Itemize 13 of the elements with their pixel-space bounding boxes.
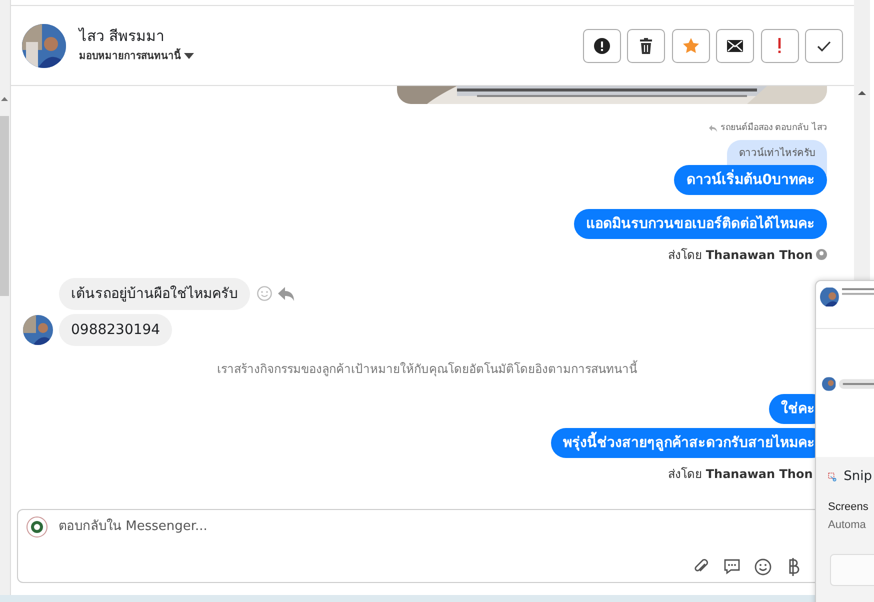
message-bubble: 0988230194 <box>59 314 172 346</box>
system-notice: เราสร้างกิจกรรมของลูกค้าเป้าหมายให้กับคุณโดยอัตโนมัติโดยอิงตามการสนทนานี้ <box>217 362 637 376</box>
contact-name: ไสว สีพรมมา <box>79 27 165 46</box>
sent-by-label: ส่งโดย Thanawan Thon <box>668 246 813 264</box>
message-bubble: แอดมินรบกวนขอเบอร์ติดต่อได้ไหมคะ <box>574 208 827 239</box>
message-bubble: เต้นรถอยู่บ้านผือใช่ไหมครับ <box>59 278 250 310</box>
reply-context: รถยนต์มือสอง ตอบกลับ ไสว <box>720 122 827 135</box>
sent-by-label: ส่งโดย Thanawan Thon <box>668 466 813 484</box>
assign-conversation-link[interactable]: มอบหมายการสนทนานี้ <box>79 48 181 64</box>
app-name: Snip <box>844 468 872 486</box>
message-bubble: ดาวน์เริ่มต้น0บาทคะ <box>674 164 827 195</box>
notification-text: Automa <box>827 518 867 533</box>
notification-text: Screens <box>827 500 870 514</box>
